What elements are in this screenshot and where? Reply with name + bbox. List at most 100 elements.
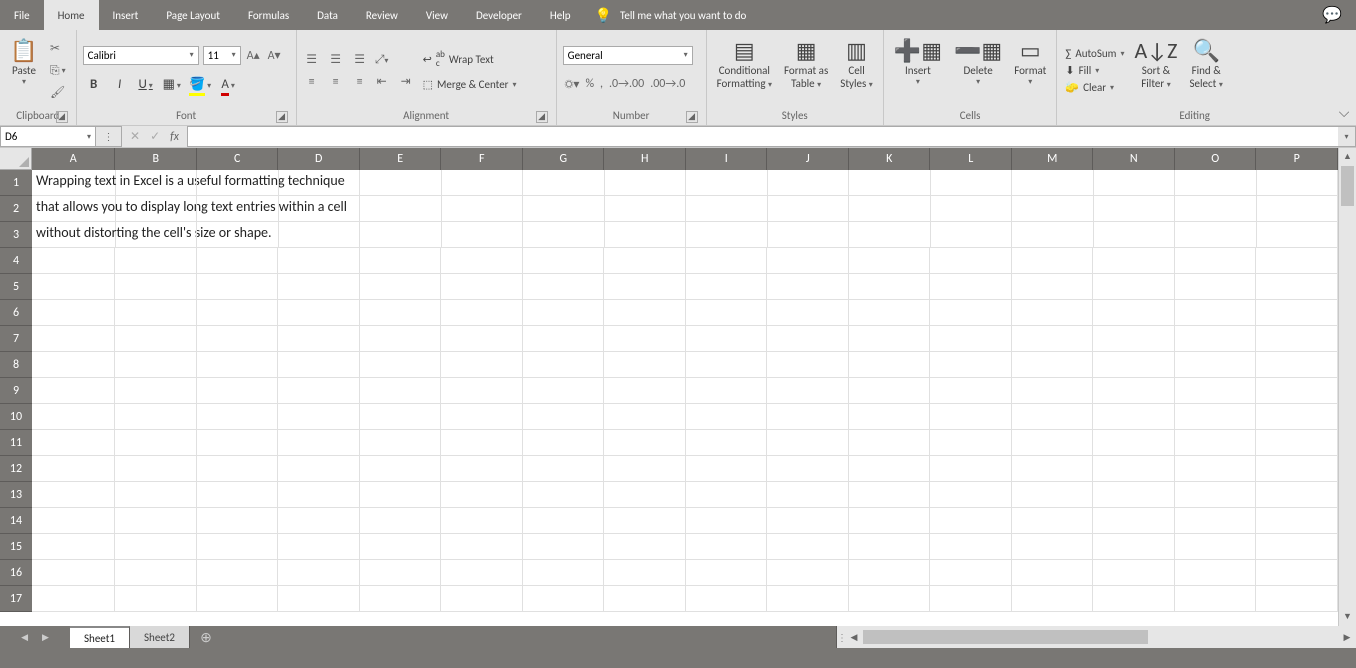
font-color-button[interactable]: A xyxy=(219,77,237,92)
column-header-J[interactable]: J xyxy=(767,148,849,170)
bold-button[interactable]: B xyxy=(85,77,103,92)
cell-H5[interactable] xyxy=(604,274,686,300)
cell-H7[interactable] xyxy=(604,326,686,352)
cell-A3[interactable]: without distorting the cell's size or sh… xyxy=(32,222,116,248)
cell-P2[interactable] xyxy=(1257,196,1338,222)
cell-C12[interactable] xyxy=(197,456,279,482)
cell-B11[interactable] xyxy=(115,430,197,456)
column-header-N[interactable]: N xyxy=(1093,148,1175,170)
cell-M11[interactable] xyxy=(1012,430,1094,456)
cell-G13[interactable] xyxy=(523,482,605,508)
cell-F8[interactable] xyxy=(441,352,523,378)
decrease-font-button[interactable]: A▾ xyxy=(266,48,283,63)
cell-H1[interactable] xyxy=(605,170,686,196)
row-header-14[interactable]: 14 xyxy=(0,508,32,534)
cell-F14[interactable] xyxy=(441,508,523,534)
align-left-button[interactable]: ≡ xyxy=(303,73,321,91)
align-center-button[interactable]: ≡ xyxy=(327,73,345,91)
format-cells-button[interactable]: ▭ Format ▾ xyxy=(1010,34,1050,107)
column-header-P[interactable]: P xyxy=(1256,148,1338,170)
row-header-2[interactable]: 2 xyxy=(0,196,32,222)
cell-A2[interactable]: that allows you to display long text ent… xyxy=(32,196,116,222)
cell-M15[interactable] xyxy=(1012,534,1094,560)
cell-I10[interactable] xyxy=(686,404,768,430)
cell-A17[interactable] xyxy=(32,586,115,612)
cell-K10[interactable] xyxy=(849,404,931,430)
cell-I1[interactable] xyxy=(686,170,767,196)
cell-J4[interactable] xyxy=(767,248,849,274)
cell-P3[interactable] xyxy=(1257,222,1338,248)
cell-L8[interactable] xyxy=(930,352,1012,378)
cell-E14[interactable] xyxy=(360,508,442,534)
cell-P16[interactable] xyxy=(1256,560,1338,586)
cell-D16[interactable] xyxy=(278,560,360,586)
cell-O12[interactable] xyxy=(1175,456,1257,482)
cell-F11[interactable] xyxy=(441,430,523,456)
cell-P8[interactable] xyxy=(1256,352,1338,378)
cell-G2[interactable] xyxy=(523,196,604,222)
name-box-functions[interactable]: ⋮ xyxy=(96,126,122,147)
cell-H4[interactable] xyxy=(604,248,686,274)
cell-D12[interactable] xyxy=(278,456,360,482)
underline-button[interactable]: U xyxy=(137,77,155,92)
cell-G17[interactable] xyxy=(523,586,605,612)
cell-E13[interactable] xyxy=(360,482,442,508)
collapse-ribbon-button[interactable]: ⌵ xyxy=(1332,30,1356,125)
cell-E4[interactable] xyxy=(360,248,442,274)
cell-E15[interactable] xyxy=(360,534,442,560)
cell-B15[interactable] xyxy=(115,534,197,560)
menu-help[interactable]: Help xyxy=(536,0,585,30)
cell-A9[interactable] xyxy=(32,378,115,404)
cell-J1[interactable] xyxy=(768,170,849,196)
cell-K16[interactable] xyxy=(849,560,931,586)
increase-font-button[interactable]: A▴ xyxy=(245,48,262,63)
menu-developer[interactable]: Developer xyxy=(462,0,536,30)
cell-I11[interactable] xyxy=(686,430,768,456)
delete-cells-button[interactable]: ➖▦ Delete ▾ xyxy=(950,34,1006,107)
cell-C2[interactable] xyxy=(197,196,278,222)
cell-B2[interactable] xyxy=(116,196,197,222)
row-header-4[interactable]: 4 xyxy=(0,248,32,274)
clipboard-dialog-launcher[interactable]: ◢ xyxy=(56,111,68,123)
cell-B9[interactable] xyxy=(115,378,197,404)
cell-M14[interactable] xyxy=(1012,508,1094,534)
scroll-right-button[interactable]: ▶ xyxy=(1338,632,1356,643)
cell-C8[interactable] xyxy=(197,352,279,378)
cell-M6[interactable] xyxy=(1012,300,1094,326)
cell-I3[interactable] xyxy=(686,222,767,248)
column-header-G[interactable]: G xyxy=(523,148,605,170)
cell-L5[interactable] xyxy=(930,274,1012,300)
align-middle-button[interactable]: ☰ xyxy=(327,51,345,69)
cell-D15[interactable] xyxy=(278,534,360,560)
align-right-button[interactable]: ≡ xyxy=(351,73,369,91)
cell-E9[interactable] xyxy=(360,378,442,404)
cell-G12[interactable] xyxy=(523,456,605,482)
row-header-1[interactable]: 1 xyxy=(0,170,32,196)
row-header-13[interactable]: 13 xyxy=(0,482,32,508)
cell-M4[interactable] xyxy=(1012,248,1094,274)
cell-I16[interactable] xyxy=(686,560,768,586)
cell-E6[interactable] xyxy=(360,300,442,326)
cell-M12[interactable] xyxy=(1012,456,1094,482)
cell-G11[interactable] xyxy=(523,430,605,456)
cell-I17[interactable] xyxy=(686,586,768,612)
cell-I8[interactable] xyxy=(686,352,768,378)
column-header-A[interactable]: A xyxy=(32,148,115,170)
cell-B5[interactable] xyxy=(115,274,197,300)
cell-L6[interactable] xyxy=(930,300,1012,326)
menu-view[interactable]: View xyxy=(412,0,462,30)
cell-N1[interactable] xyxy=(1094,170,1175,196)
cell-F13[interactable] xyxy=(441,482,523,508)
cell-J5[interactable] xyxy=(767,274,849,300)
fill-button[interactable]: ⬇Fill ▾ xyxy=(1063,63,1126,78)
tab-nav-prev[interactable]: ◀ xyxy=(21,632,28,643)
scroll-down-button[interactable]: ▼ xyxy=(1339,608,1356,626)
row-header-10[interactable]: 10 xyxy=(0,404,32,430)
cell-K1[interactable] xyxy=(849,170,930,196)
number-format-combo[interactable]: General▾ xyxy=(563,46,693,65)
cell-N15[interactable] xyxy=(1093,534,1175,560)
cell-A8[interactable] xyxy=(32,352,115,378)
cell-A12[interactable] xyxy=(32,456,115,482)
cut-button[interactable]: ✂ xyxy=(46,39,70,59)
cell-C10[interactable] xyxy=(197,404,279,430)
